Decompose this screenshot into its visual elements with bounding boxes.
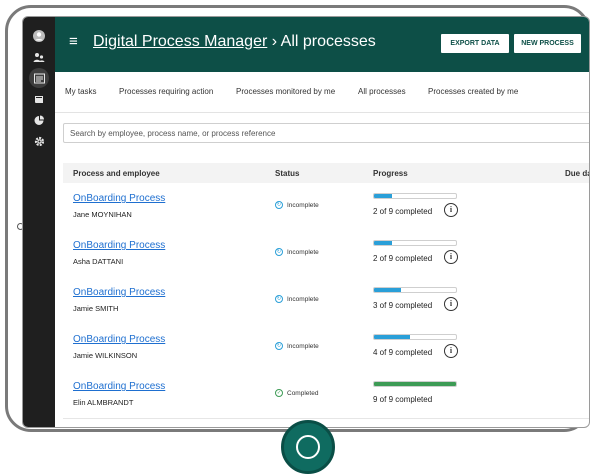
status-badge: ↻ Incomplete: [275, 295, 319, 303]
status-text: Incomplete: [287, 342, 319, 350]
process-link[interactable]: OnBoarding Process: [73, 381, 165, 392]
progress-bar: [373, 334, 457, 340]
breadcrumb-separator: ›: [271, 33, 278, 50]
tablet-frame: ≡ Digital Process Manager › All processe…: [5, 5, 590, 474]
table-row[interactable]: OnBoarding Process Asha DATTANI ↻ Incomplet…: [63, 230, 589, 278]
pie-chart-icon[interactable]: [29, 110, 49, 130]
pending-circle-icon: ↻: [275, 295, 283, 303]
progress-text: 2 of 9 completed: [373, 254, 433, 263]
tab-processes-created[interactable]: Processes created by me: [428, 87, 518, 96]
breadcrumb-current: All processes: [280, 33, 376, 50]
status-badge: ✓ Completed: [275, 389, 318, 397]
progress-text: 4 of 9 completed: [373, 348, 433, 357]
book-icon[interactable]: [29, 89, 49, 109]
people-icon[interactable]: [29, 47, 49, 67]
tab-my-tasks[interactable]: My tasks: [65, 87, 97, 96]
new-process-button[interactable]: NEW PROCESS: [514, 34, 581, 53]
process-link[interactable]: OnBoarding Process: [73, 240, 165, 251]
column-header-status[interactable]: Status: [275, 169, 299, 178]
page-title: Digital Process Manager › All processes: [93, 31, 376, 53]
progress-bar: [373, 287, 457, 293]
export-data-button[interactable]: EXPORT DATA: [441, 34, 509, 53]
check-circle-icon: ✓: [275, 389, 283, 397]
process-link[interactable]: OnBoarding Process: [73, 287, 165, 298]
progress-bar: [373, 240, 457, 246]
tab-bar: My tasks Processes requiring action Proc…: [55, 72, 589, 113]
column-header-process[interactable]: Process and employee: [73, 169, 160, 178]
employee-name: Jamie SMITH: [73, 304, 119, 313]
home-ring-icon: [296, 435, 320, 459]
status-text: Incomplete: [287, 201, 319, 209]
status-badge: ↻ Incomplete: [275, 201, 319, 209]
table-row[interactable]: OnBoarding Process Jamie WILKINSON ↻ Incomp…: [63, 324, 589, 372]
column-header-due-date[interactable]: Due date: [565, 169, 589, 178]
menu-icon[interactable]: ≡: [69, 32, 78, 52]
search-input[interactable]: Search by employee, process name, or pro…: [63, 123, 589, 143]
info-icon[interactable]: i: [444, 297, 458, 311]
app-breadcrumb-link[interactable]: Digital Process Manager: [93, 33, 267, 50]
employee-name: Elin ALMBRANDT: [73, 398, 134, 407]
list-icon[interactable]: [29, 68, 49, 88]
info-icon[interactable]: i: [444, 344, 458, 358]
status-badge: ↻ Incomplete: [275, 248, 319, 256]
progress-text: 2 of 9 completed: [373, 207, 433, 216]
status-text: Incomplete: [287, 295, 319, 303]
home-button[interactable]: [281, 420, 335, 474]
status-badge: ↻ Incomplete: [275, 342, 319, 350]
progress-bar: [373, 381, 457, 387]
status-text: Completed: [287, 389, 319, 397]
pending-circle-icon: ↻: [275, 342, 283, 350]
process-link[interactable]: OnBoarding Process: [73, 334, 165, 345]
sidebar: [23, 17, 55, 427]
info-icon[interactable]: i: [444, 250, 458, 264]
tab-processes-requiring-action[interactable]: Processes requiring action: [119, 87, 213, 96]
table-row[interactable]: OnBoarding Process Jamie SMITH ↻ Incomplete…: [63, 277, 589, 325]
progress-text: 3 of 9 completed: [373, 301, 433, 310]
employee-name: Jane MOYNIHAN: [73, 210, 132, 219]
process-link[interactable]: OnBoarding Process: [73, 193, 165, 204]
info-icon[interactable]: i: [444, 203, 458, 217]
app-header: ≡ Digital Process Manager › All processe…: [55, 17, 589, 72]
gear-icon[interactable]: [29, 131, 49, 151]
screen: ≡ Digital Process Manager › All processe…: [22, 16, 590, 428]
table-row[interactable]: OnBoarding Process Elin ALMBRANDT ✓ Complet…: [63, 371, 589, 419]
tab-all-processes[interactable]: All processes: [358, 87, 406, 96]
table-header: Process and employee Status Progress Due…: [63, 163, 589, 184]
progress-text: 9 of 9 completed: [373, 395, 433, 404]
employee-name: Asha DATTANI: [73, 257, 124, 266]
progress-bar: [373, 193, 457, 199]
pending-circle-icon: ↻: [275, 201, 283, 209]
pending-circle-icon: ↻: [275, 248, 283, 256]
status-text: Incomplete: [287, 248, 319, 256]
column-header-progress[interactable]: Progress: [373, 169, 408, 178]
tab-processes-monitored[interactable]: Processes monitored by me: [236, 87, 335, 96]
employee-name: Jamie WILKINSON: [73, 351, 138, 360]
user-icon[interactable]: [29, 26, 49, 46]
table-row[interactable]: OnBoarding Process Jane MOYNIHAN ↻ Incomple…: [63, 183, 589, 231]
